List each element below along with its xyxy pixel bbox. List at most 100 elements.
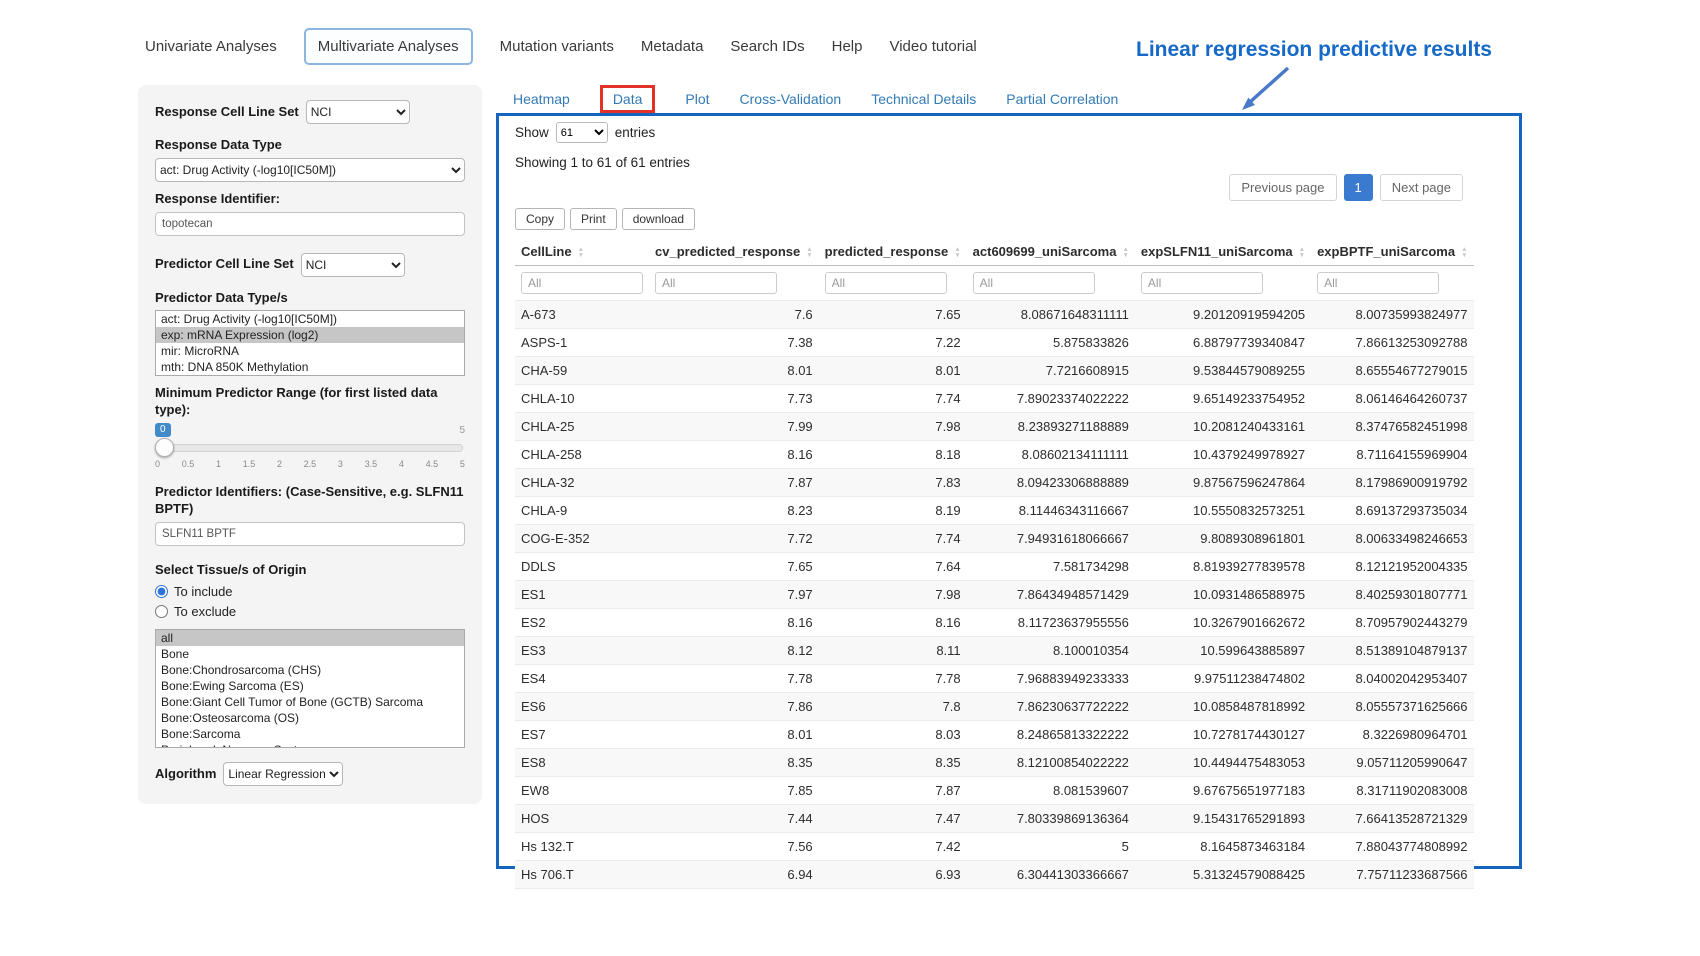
copy-button[interactable]: Copy: [515, 208, 565, 230]
cellline-cell: Hs 132.T: [515, 833, 649, 861]
sort-icon[interactable]: ▲▼: [1122, 247, 1128, 258]
table-row-es3[interactable]: ES38.128.118.10001035410.5996438858978.5…: [515, 637, 1474, 665]
sort-icon[interactable]: ▲▼: [1299, 247, 1305, 258]
listbox-option-all[interactable]: all: [156, 630, 464, 646]
value-cell: 7.581734298: [967, 553, 1135, 581]
slider-handle[interactable]: [155, 438, 174, 457]
tissue-listbox[interactable]: allBoneBone:Chondrosarcoma (CHS)Bone:Ewi…: [155, 629, 465, 748]
filter-input-predicted-response[interactable]: [825, 272, 947, 294]
sort-icon[interactable]: ▲▼: [806, 247, 812, 258]
table-row-cha-59[interactable]: CHA-598.018.017.72166089159.538445790892…: [515, 357, 1474, 385]
table-row-es8[interactable]: ES88.358.358.1210085402222210.4494475483…: [515, 749, 1474, 777]
value-cell: 8.81939277839578: [1135, 553, 1311, 581]
predictor-data-type-listbox[interactable]: act: Drug Activity (-log10[IC50M])exp: m…: [155, 310, 465, 376]
listbox-option-act-drug-activity-log10-ic50m[interactable]: act: Drug Activity (-log10[IC50M]): [156, 311, 464, 327]
nav-item-multivariate-analyses[interactable]: Multivariate Analyses: [304, 28, 473, 65]
column-header-act609699-unisarcoma[interactable]: act609699_uniSarcoma▲▼: [967, 238, 1135, 266]
table-row-es6[interactable]: ES67.867.87.8623063772222210.08584878189…: [515, 693, 1474, 721]
table-row-ddls[interactable]: DDLS7.657.647.5817342988.819392778395788…: [515, 553, 1474, 581]
listbox-option-exp-mrna-expression-log2[interactable]: exp: mRNA Expression (log2): [156, 327, 464, 343]
filter-input-act609699-unisarcoma[interactable]: [973, 272, 1095, 294]
next-page-button[interactable]: Next page: [1380, 174, 1463, 201]
table-row-chla-258[interactable]: CHLA-2588.168.188.0860213411111110.43792…: [515, 441, 1474, 469]
print-button[interactable]: Print: [570, 208, 617, 230]
pagination: Previous page 1 Next page: [515, 174, 1463, 201]
table-row-a-673[interactable]: A-6737.67.658.086716483111119.2012091959…: [515, 301, 1474, 329]
table-row-cog-e-352[interactable]: COG-E-3527.727.747.949316180666679.80893…: [515, 525, 1474, 553]
table-row-hos[interactable]: HOS7.447.477.803398691363649.15431765291…: [515, 805, 1474, 833]
nav-item-help[interactable]: Help: [832, 29, 863, 64]
value-cell: 8.24865813322222: [967, 721, 1135, 749]
table-row-chla-32[interactable]: CHLA-327.877.838.094233068888899.8756759…: [515, 469, 1474, 497]
value-cell: 8.08602134111111: [967, 441, 1135, 469]
value-cell: 5.31324579088425: [1135, 861, 1311, 889]
download-button[interactable]: download: [622, 208, 695, 230]
value-cell: 9.8089308961801: [1135, 525, 1311, 553]
value-cell: 6.88797739340847: [1135, 329, 1311, 357]
listbox-option-mth-dna-850k-methylation[interactable]: mth: DNA 850K Methylation: [156, 359, 464, 375]
value-cell: 9.53844579089255: [1135, 357, 1311, 385]
tab-partial-correlation[interactable]: Partial Correlation: [1006, 91, 1118, 107]
response-identifier-input[interactable]: [155, 212, 465, 236]
table-row-es4[interactable]: ES47.787.787.968839492333339.97511238474…: [515, 665, 1474, 693]
filter-input-cellline[interactable]: [521, 272, 643, 294]
listbox-option-bone-ewing-sarcoma-es[interactable]: Bone:Ewing Sarcoma (ES): [156, 678, 464, 694]
table-row-es2[interactable]: ES28.168.168.1172363795555610.3267901662…: [515, 609, 1474, 637]
sort-icon[interactable]: ▲▼: [1461, 247, 1467, 258]
nav-item-search-ids[interactable]: Search IDs: [730, 29, 804, 64]
entries-per-page-select[interactable]: 61: [556, 122, 608, 143]
table-row-hs-706-t[interactable]: Hs 706.T6.946.936.304413033666675.313245…: [515, 861, 1474, 889]
listbox-option-bone-osteosarcoma-os[interactable]: Bone:Osteosarcoma (OS): [156, 710, 464, 726]
nav-item-metadata[interactable]: Metadata: [641, 29, 704, 64]
table-row-chla-25[interactable]: CHLA-257.997.988.2389327118888910.208124…: [515, 413, 1474, 441]
listbox-option-peripheral-nervous-system[interactable]: Peripheral_Nervous_System: [156, 742, 464, 748]
algorithm-select[interactable]: Linear Regression: [223, 762, 343, 786]
column-header-predicted-response[interactable]: predicted_response▲▼: [819, 238, 967, 266]
response-data-type-select[interactable]: act: Drug Activity (-log10[IC50M]): [155, 158, 465, 182]
listbox-option-bone-giant-cell-tumor-of-bone-gctb-sarcoma[interactable]: Bone:Giant Cell Tumor of Bone (GCTB) Sar…: [156, 694, 464, 710]
predictor-identifiers-input[interactable]: [155, 522, 465, 546]
tab-plot[interactable]: Plot: [685, 91, 709, 107]
tissue-include-radio[interactable]: [155, 585, 168, 598]
tab-cross-validation[interactable]: Cross-Validation: [740, 91, 842, 107]
table-row-ew8[interactable]: EW87.857.878.0815396079.676756519771838.…: [515, 777, 1474, 805]
column-header-cv-predicted-response[interactable]: cv_predicted_response▲▼: [649, 238, 819, 266]
column-header-expslfn11-unisarcoma[interactable]: expSLFN11_uniSarcoma▲▼: [1135, 238, 1311, 266]
listbox-option-mir-microrna[interactable]: mir: MicroRNA: [156, 343, 464, 359]
value-cell: 7.7216608915: [967, 357, 1135, 385]
column-header-cellline[interactable]: CellLine▲▼: [515, 238, 649, 266]
table-row-hs-132-t[interactable]: Hs 132.T7.567.4258.16458734631847.880437…: [515, 833, 1474, 861]
column-header-expbptf-unisarcoma[interactable]: expBPTF_uniSarcoma▲▼: [1311, 238, 1473, 266]
predictor-cell-line-set-select[interactable]: NCI: [301, 253, 405, 277]
table-row-es7[interactable]: ES78.018.038.2486581332222210.7278174430…: [515, 721, 1474, 749]
tab-technical-details[interactable]: Technical Details: [871, 91, 976, 107]
listbox-option-bone-chondrosarcoma-chs[interactable]: Bone:Chondrosarcoma (CHS): [156, 662, 464, 678]
value-cell: 10.0931486588975: [1135, 581, 1311, 609]
value-cell: 8.11: [819, 637, 967, 665]
min-predictor-range-slider[interactable]: 0 5 00.511.522.533.544.55: [155, 423, 465, 475]
tab-heatmap[interactable]: Heatmap: [513, 91, 570, 107]
cellline-cell: ES7: [515, 721, 649, 749]
listbox-option-bone[interactable]: Bone: [156, 646, 464, 662]
table-row-es1[interactable]: ES17.977.987.8643494857142910.0931486588…: [515, 581, 1474, 609]
table-row-asps-1[interactable]: ASPS-17.387.225.8758338266.8879773934084…: [515, 329, 1474, 357]
listbox-option-bone-sarcoma[interactable]: Bone:Sarcoma: [156, 726, 464, 742]
table-row-chla-10[interactable]: CHLA-107.737.747.890233740222229.6514923…: [515, 385, 1474, 413]
value-cell: 8.65554677279015: [1311, 357, 1473, 385]
sort-icon[interactable]: ▲▼: [578, 247, 584, 258]
nav-item-video-tutorial[interactable]: Video tutorial: [889, 29, 976, 64]
tissue-exclude-radio[interactable]: [155, 605, 168, 618]
tab-data[interactable]: Data: [600, 85, 656, 113]
response-cell-line-set-select[interactable]: NCI: [306, 100, 410, 124]
current-page-button[interactable]: 1: [1344, 174, 1373, 201]
table-row-chla-9[interactable]: CHLA-98.238.198.1144634311666710.5550832…: [515, 497, 1474, 525]
nav-item-mutation-variants[interactable]: Mutation variants: [500, 29, 614, 64]
sort-icon[interactable]: ▲▼: [954, 247, 960, 258]
nav-item-univariate-analyses[interactable]: Univariate Analyses: [145, 29, 277, 64]
previous-page-button[interactable]: Previous page: [1229, 174, 1336, 201]
filter-input-expbptf-unisarcoma[interactable]: [1317, 272, 1439, 294]
slider-track[interactable]: [157, 444, 463, 452]
slider-tick-label: 0: [155, 459, 160, 469]
filter-input-cv-predicted-response[interactable]: [655, 272, 777, 294]
filter-input-expslfn11-unisarcoma[interactable]: [1141, 272, 1263, 294]
